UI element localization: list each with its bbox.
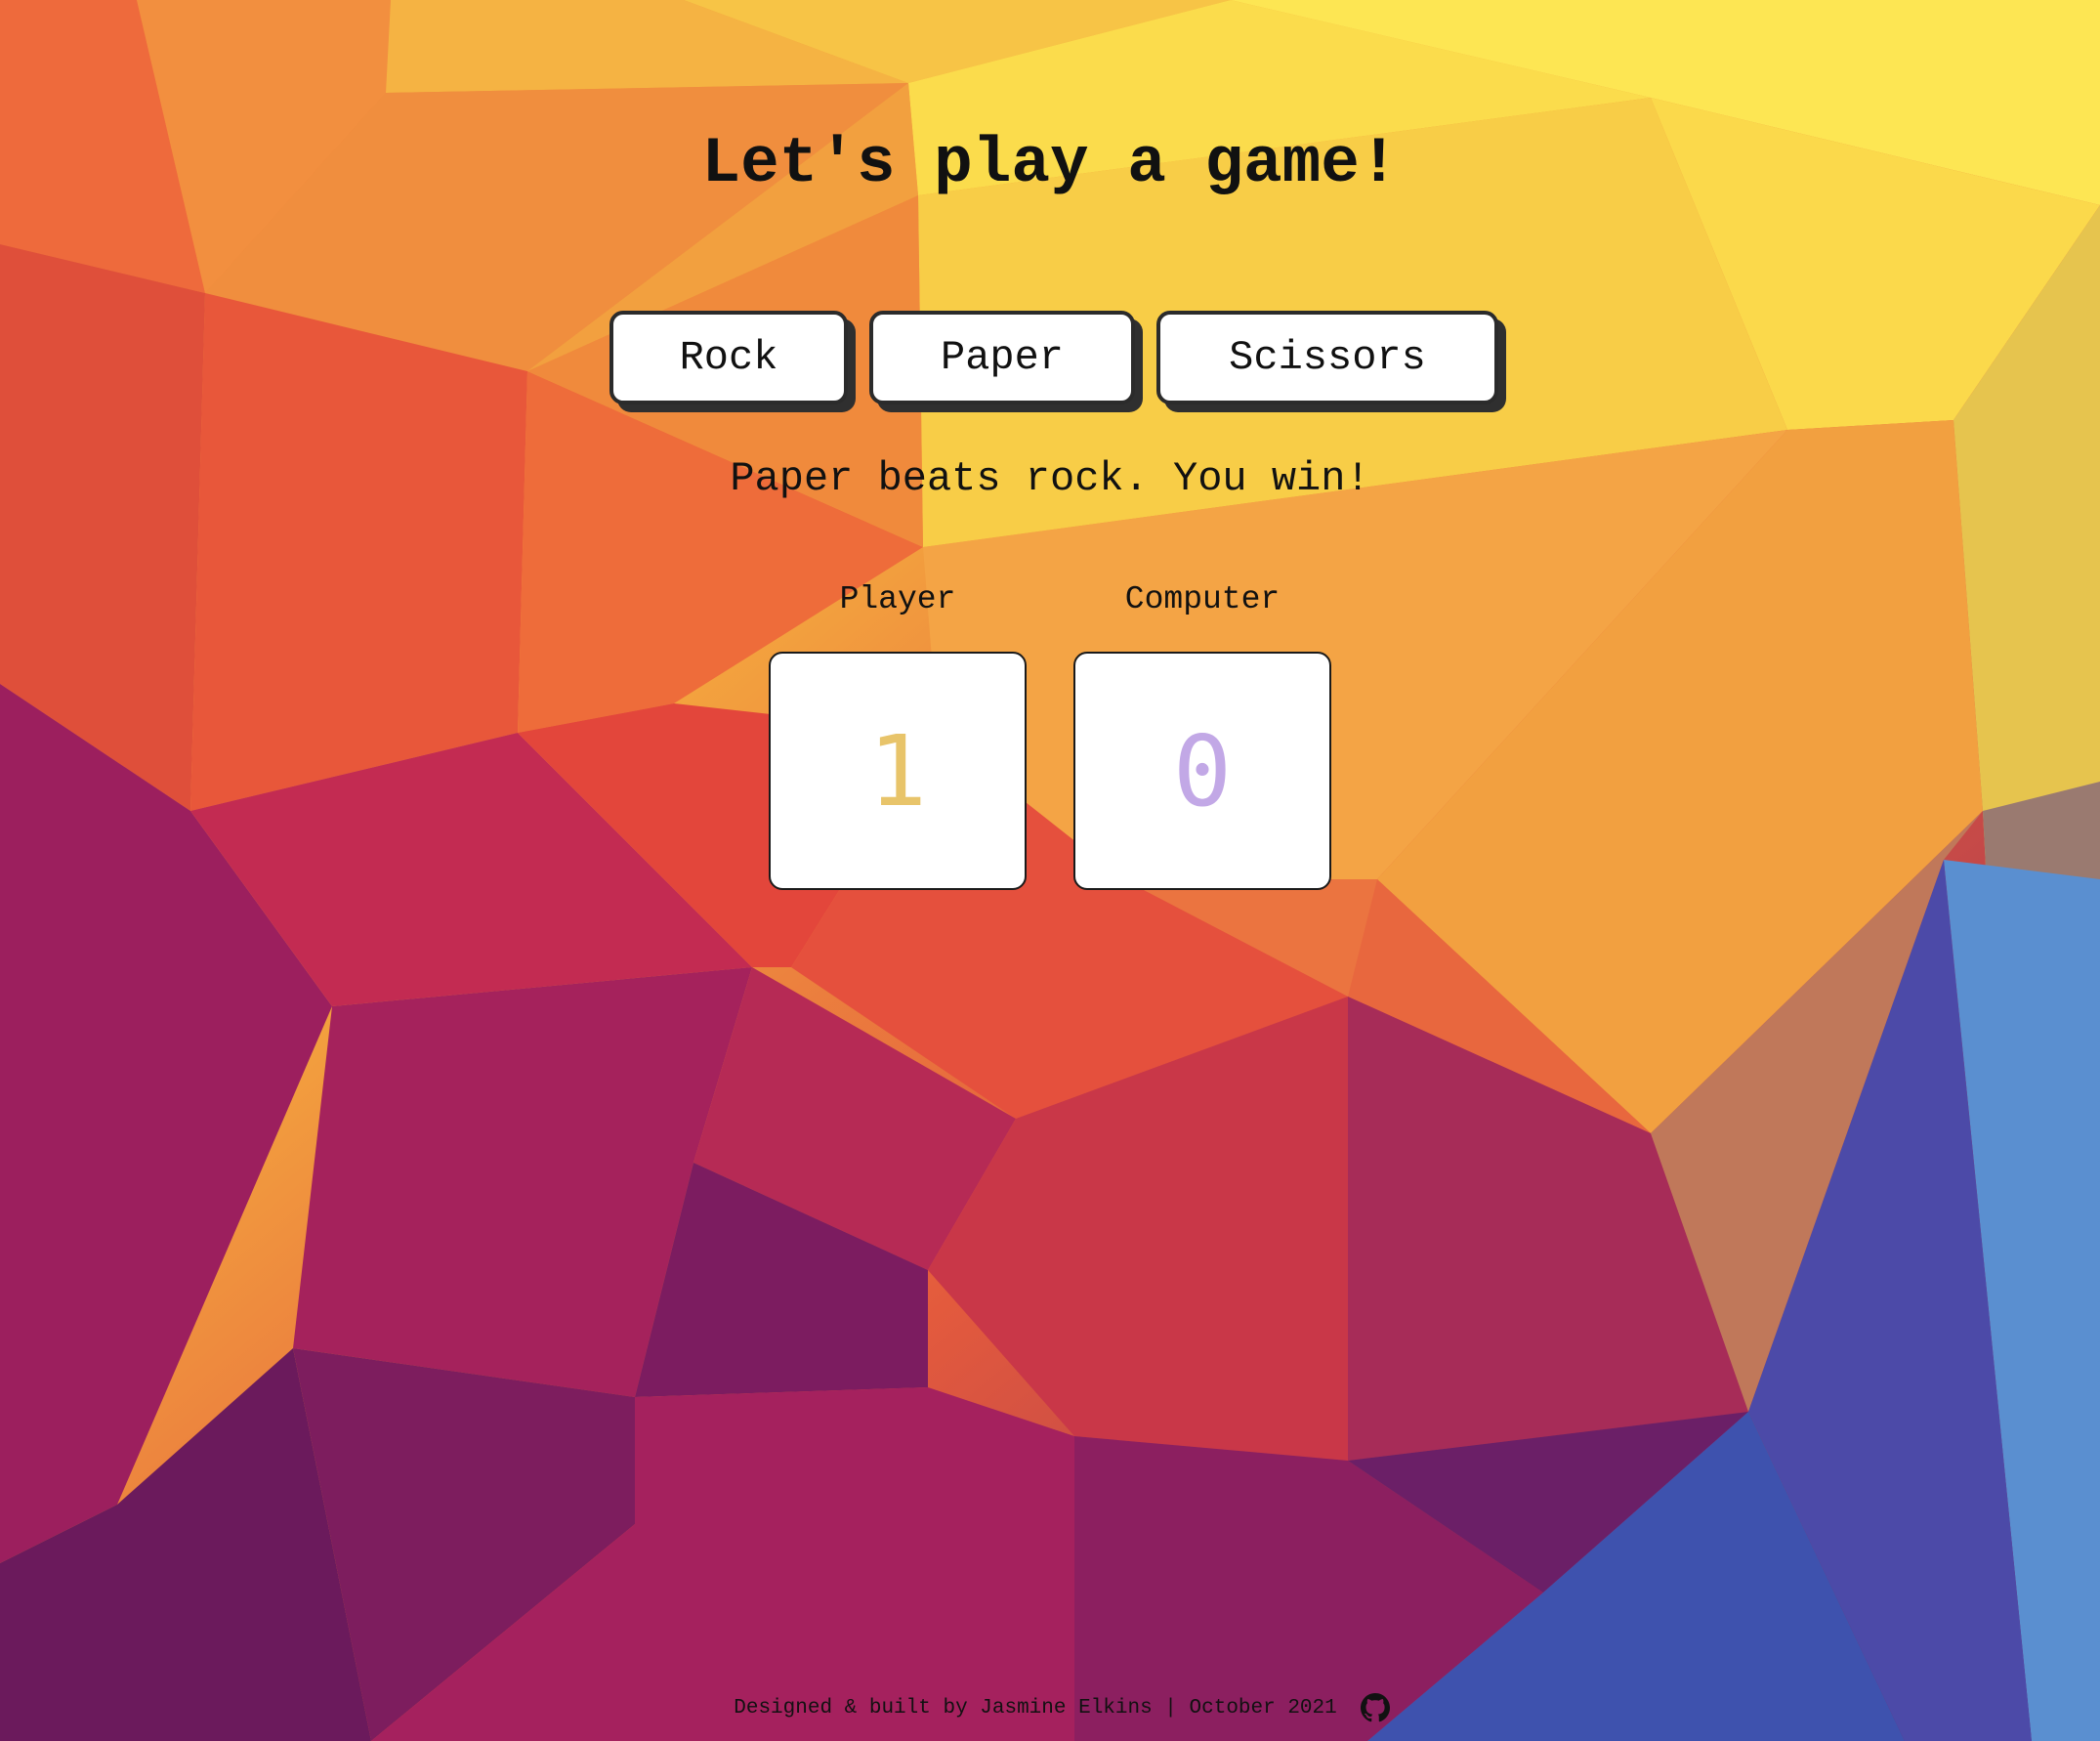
- player-label: Player: [839, 581, 956, 617]
- round-result: Paper beats rock. You win!: [730, 455, 1370, 502]
- footer: Designed & built by Jasmine Elkins | Oct…: [0, 1693, 2100, 1722]
- page-title: Let's play a game!: [701, 127, 1399, 200]
- footer-credit: Designed & built by Jasmine Elkins | Oct…: [734, 1696, 1337, 1720]
- computer-score: 0: [1073, 652, 1331, 890]
- player-score: 1: [769, 652, 1027, 890]
- choice-buttons: Rock Paper Scissors: [0, 311, 2100, 404]
- paper-button[interactable]: Paper: [869, 311, 1135, 404]
- github-icon[interactable]: [1360, 1693, 1390, 1722]
- rock-button[interactable]: Rock: [609, 311, 848, 404]
- game-page: Let's play a game! Rock Paper Scissors P…: [0, 0, 2100, 1741]
- scissors-button[interactable]: Scissors: [1156, 311, 1498, 404]
- computer-label: Computer: [1124, 581, 1281, 617]
